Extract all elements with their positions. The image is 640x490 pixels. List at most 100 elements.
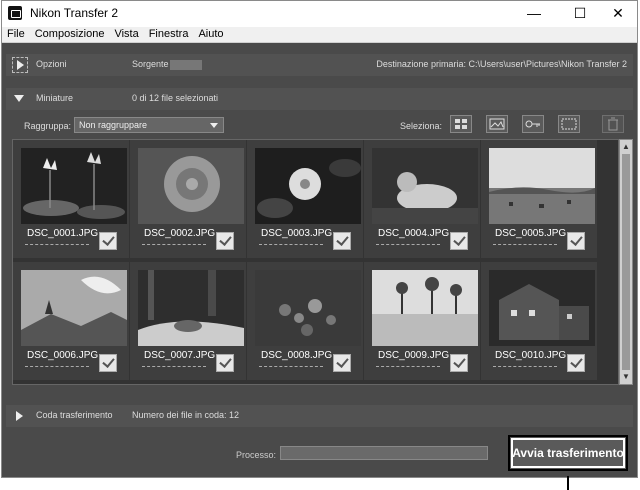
expand-right-icon xyxy=(17,60,24,70)
thumbnail-checkbox[interactable] xyxy=(567,232,585,250)
queue-count: Numero dei file in coda: 12 xyxy=(132,410,240,420)
thumbnail-item[interactable]: DSC_0009.JPG xyxy=(364,262,480,380)
footer: Processo: Avvia trasferimento xyxy=(2,429,637,477)
source-label: Sorgente xyxy=(132,59,169,69)
menu-finestra[interactable]: Finestra xyxy=(144,27,194,41)
select-image-button[interactable] xyxy=(486,115,508,133)
select-grid-button[interactable] xyxy=(450,115,472,133)
window-title: Nikon Transfer 2 xyxy=(30,6,119,20)
thumbnail-filename: DSC_0007.JPG xyxy=(144,350,216,361)
queue-label: Coda trasferimento xyxy=(36,410,113,420)
photo-water-lilies xyxy=(21,148,127,224)
thumbnail-filename: DSC_0004.JPG xyxy=(378,228,450,239)
thumbnail-item[interactable]: DSC_0002.JPG xyxy=(130,140,246,258)
thumbnails-panel-header: Miniature 0 di 12 file selezionati xyxy=(6,88,633,110)
thumbnail-filename: DSC_0008.JPG xyxy=(261,350,333,361)
scroll-thumb[interactable] xyxy=(622,154,630,370)
scroll-up-icon[interactable]: ▲ xyxy=(622,142,630,152)
thumbnail-filename: DSC_0009.JPG xyxy=(378,350,450,361)
rating-placeholder xyxy=(493,366,557,367)
select-all-button[interactable] xyxy=(558,115,580,133)
thumbnail-filename: DSC_0003.JPG xyxy=(261,228,333,239)
title-bar: Nikon Transfer 2 — ☐ ✕ xyxy=(2,1,637,27)
minimize-button[interactable]: — xyxy=(512,1,556,27)
scroll-down-icon[interactable]: ▼ xyxy=(622,372,630,382)
options-panel: Opzioni Sorgente Destinazione primaria: … xyxy=(6,54,633,76)
thumbnail-filename: DSC_0002.JPG xyxy=(144,228,216,239)
rating-placeholder xyxy=(142,366,206,367)
expand-right-icon[interactable] xyxy=(16,411,23,421)
rating-placeholder xyxy=(493,244,557,245)
rating-placeholder xyxy=(376,244,440,245)
photo-grazing-field xyxy=(489,148,595,224)
group-dropdown[interactable]: Non raggruppare xyxy=(74,117,224,133)
menu-bar: File Composizione Vista Finestra Aiuto xyxy=(2,27,637,43)
thumbnail-item[interactable]: DSC_0001.JPG xyxy=(13,140,129,258)
thumbnail-item[interactable]: DSC_0003.JPG xyxy=(247,140,363,258)
thumbnail-filename: DSC_0006.JPG xyxy=(27,350,99,361)
process-label: Processo: xyxy=(236,450,277,460)
thumbnail-filename: DSC_0001.JPG xyxy=(27,228,99,239)
close-button[interactable]: ✕ xyxy=(596,1,637,27)
callout-line xyxy=(567,476,569,490)
thumbnails-label: Miniature xyxy=(36,93,74,103)
rating-placeholder xyxy=(25,244,89,245)
select-label: Seleziona: xyxy=(400,121,443,131)
key-icon xyxy=(525,120,540,128)
thumbnail-item[interactable]: DSC_0004.JPG xyxy=(364,140,480,258)
rating-placeholder xyxy=(376,366,440,367)
trash-icon xyxy=(608,117,618,131)
collapse-down-icon[interactable] xyxy=(14,95,24,102)
options-label: Opzioni xyxy=(36,59,67,69)
rating-placeholder xyxy=(25,366,89,367)
photo-white-flower xyxy=(255,148,361,224)
menu-vista[interactable]: Vista xyxy=(109,27,143,41)
thumbnail-checkbox[interactable] xyxy=(567,354,585,372)
thumbnail-checkbox[interactable] xyxy=(333,232,351,250)
rating-placeholder xyxy=(259,244,323,245)
group-value: Non raggruppare xyxy=(79,120,148,130)
thumbnail-checkbox[interactable] xyxy=(99,232,117,250)
rating-placeholder xyxy=(142,244,206,245)
thumbnail-item[interactable]: DSC_0006.JPG xyxy=(13,262,129,380)
group-label: Raggruppa: xyxy=(24,121,72,131)
thumbnail-item[interactable]: DSC_0005.JPG xyxy=(481,140,597,258)
photo-mandarin-duck xyxy=(372,148,478,224)
thumbnail-item[interactable]: DSC_0007.JPG xyxy=(130,262,246,380)
image-icon xyxy=(489,118,505,130)
photo-rose xyxy=(138,148,244,224)
process-progress-bar xyxy=(280,446,488,460)
menu-aiuto[interactable]: Aiuto xyxy=(193,27,228,41)
photo-palm-beach xyxy=(372,270,478,346)
source-value xyxy=(170,60,202,70)
photo-berries xyxy=(255,270,361,346)
destination-path: Destinazione primaria: C:\Users\user\Pic… xyxy=(376,59,627,69)
thumbnail-checkbox[interactable] xyxy=(450,354,468,372)
photo-mountain-sky xyxy=(21,270,127,346)
queue-panel: Coda trasferimento Numero dei file in co… xyxy=(6,405,633,427)
app-icon xyxy=(8,6,22,20)
options-toggle[interactable] xyxy=(12,57,28,73)
delete-button[interactable] xyxy=(602,115,624,133)
rating-placeholder xyxy=(259,366,323,367)
selection-icon xyxy=(561,118,577,130)
thumbnail-checkbox[interactable] xyxy=(99,354,117,372)
thumbnail-checkbox[interactable] xyxy=(450,232,468,250)
thumbnail-scrollbar[interactable]: ▲ ▼ xyxy=(619,139,633,385)
photo-forest-stream xyxy=(138,270,244,346)
select-protected-button[interactable] xyxy=(522,115,544,133)
thumbnail-checkbox[interactable] xyxy=(216,232,234,250)
thumbnail-filename: DSC_0005.JPG xyxy=(495,228,567,239)
chevron-down-icon xyxy=(210,123,218,128)
thumbnail-checkbox[interactable] xyxy=(333,354,351,372)
menu-file[interactable]: File xyxy=(2,27,30,41)
thumbnail-item[interactable]: DSC_0010.JPG xyxy=(481,262,597,380)
menu-composizione[interactable]: Composizione xyxy=(30,27,110,41)
selected-count: 0 di 12 file selezionati xyxy=(132,93,219,103)
thumbnail-item[interactable]: DSC_0008.JPG xyxy=(247,262,363,380)
thumbnail-filename: DSC_0010.JPG xyxy=(495,350,567,361)
thumbnail-grid: DSC_0001.JPG DSC_0002.JPG DSC_0003.JPG D… xyxy=(12,139,619,385)
thumbnail-checkbox[interactable] xyxy=(216,354,234,372)
photo-building-dusk xyxy=(489,270,595,346)
start-transfer-button[interactable]: Avvia trasferimento xyxy=(508,435,628,471)
